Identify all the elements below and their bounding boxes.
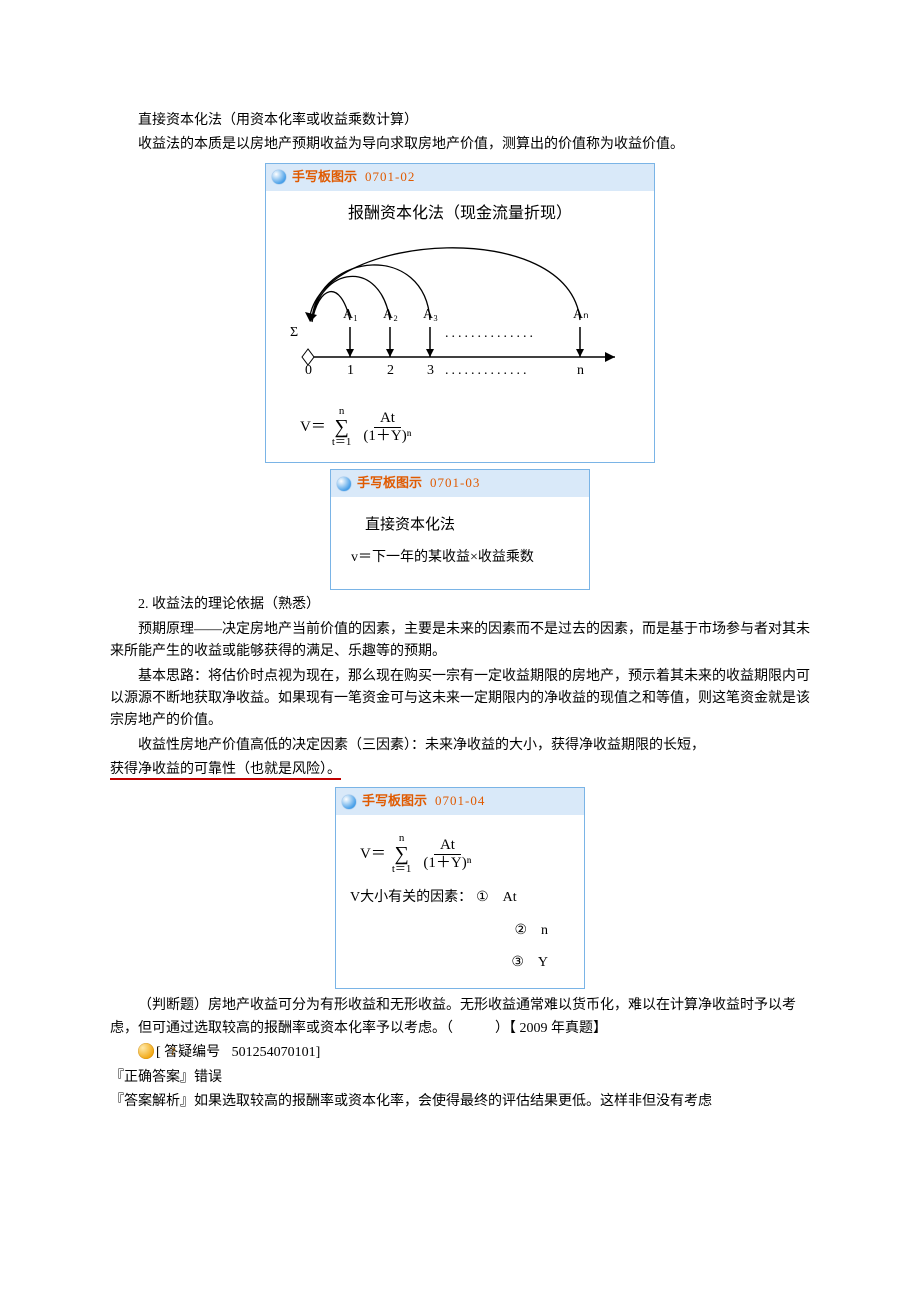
section-heading: 2. 收益法的理论依据（熟悉） xyxy=(110,594,810,616)
formula-v-sum: V＝ n ∑ t＝1 At (1＋Y)ⁿ xyxy=(360,833,570,875)
underlined-paragraph: 获得净收益的可靠性（也就是风险）。 xyxy=(110,759,810,781)
frac-top: At xyxy=(434,837,461,855)
illustration-heading: 报酬资本化法（现金流量折现） xyxy=(280,201,640,227)
svg-text:.............: ............. xyxy=(445,363,530,378)
factors-label: V大小有关的因素： xyxy=(350,887,472,909)
pencil-icon xyxy=(272,170,286,184)
illustration-0701-03: 手写板图示 0701-03 直接资本化法 v＝下一年的某收益×收益乘数 xyxy=(330,469,590,590)
question-reference: [ 答疑编号 501254070101] xyxy=(110,1042,810,1064)
svg-text:Aₙ: Aₙ xyxy=(573,307,589,322)
factor-3: ③ Y xyxy=(350,952,570,974)
paragraph: 直接资本化法（用资本化率或收益乘数计算） xyxy=(110,110,810,132)
frac-bottom: (1＋Y)ⁿ xyxy=(417,855,477,872)
sum-bottom: t＝1 xyxy=(392,864,412,875)
illustration-title-bar: 手写板图示 0701-02 xyxy=(266,164,654,191)
answer-label: 『正确答案』 xyxy=(110,1070,194,1085)
formula-left: V＝ xyxy=(360,842,386,866)
illustration-title-text: 手写板图示 xyxy=(292,167,357,188)
sum-symbol: ∑ xyxy=(394,844,408,864)
pencil-icon xyxy=(342,795,356,809)
formula-left: V＝ xyxy=(300,415,326,439)
paragraph: 收益法的本质是以房地产预期收益为导向求取房地产价值，测算出的价值称为收益价值。 xyxy=(110,134,810,156)
question-text: （判断题）房地产收益可分为有形收益和无形收益。无形收益通常难以货币化，难以在计算… xyxy=(110,995,810,1040)
sum-symbol: ∑ xyxy=(334,417,348,437)
illustration-title-bar: 手写板图示 0701-03 xyxy=(331,470,589,497)
illustration-title-text: 手写板图示 xyxy=(357,473,422,494)
underlined-text: 获得净收益的可靠性（也就是风险）。 xyxy=(110,762,341,780)
svg-text:n: n xyxy=(577,363,584,378)
qref-number: 501254070101] xyxy=(232,1045,321,1060)
sigma-label: Σ xyxy=(290,325,298,340)
svg-text:A₂: A₂ xyxy=(383,307,398,322)
pencil-icon xyxy=(337,477,351,491)
illustration-code: 0701-02 xyxy=(365,167,415,188)
answer-value: 错误 xyxy=(194,1070,222,1085)
illustration-0701-02: 手写板图示 0701-02 报酬资本化法（现金流量折现） xyxy=(265,163,655,463)
paragraph: 基本思路：将估价时点视为现在，那么现在购买一宗有一定收益期限的房地产，预示着其未… xyxy=(110,666,810,733)
paragraph: 预期原理——决定房地产当前价值的因素，主要是未来的因素而不是过去的因素，而是基于… xyxy=(110,619,810,664)
illustration-code: 0701-04 xyxy=(435,791,485,812)
svg-text:2: 2 xyxy=(387,363,394,378)
svg-text:..............: .............. xyxy=(445,326,536,341)
svg-text:0: 0 xyxy=(305,363,312,378)
sum-bottom: t＝1 xyxy=(332,437,352,448)
illustration-line: 直接资本化法 xyxy=(365,513,575,537)
explain-text: 如果选取较高的报酬率或资本化率，会使得最终的评估结果更低。这样非但没有考虑 xyxy=(194,1094,712,1109)
factor-2: ② n xyxy=(350,920,570,942)
svg-text:A₁: A₁ xyxy=(343,307,358,322)
illustration-code: 0701-03 xyxy=(430,473,480,494)
svg-text:3: 3 xyxy=(427,363,434,378)
illustration-0701-04: 手写板图示 0701-04 V＝ n ∑ t＝1 At (1＋Y)ⁿ xyxy=(335,787,585,989)
explain-label: 『答案解析』 xyxy=(110,1094,194,1109)
paragraph: 收益性房地产价值高低的决定因素（三因素）：未来净收益的大小，获得净收益期限的长短… xyxy=(110,735,810,757)
frac-top: At xyxy=(374,410,401,428)
illustration-formula: v＝下一年的某收益×收益乘数 xyxy=(351,547,575,569)
cashflow-diagram: Σ A₁ A₂ A₃ Aₙ .............. 0 1 2 3 ...… xyxy=(280,232,640,402)
question-icon xyxy=(138,1043,154,1059)
formula-v-sum: V＝ n ∑ t＝1 At (1＋Y)ⁿ xyxy=(300,406,640,448)
illustration-title-text: 手写板图示 xyxy=(362,791,427,812)
svg-text:1: 1 xyxy=(347,363,354,378)
frac-bottom: (1＋Y)ⁿ xyxy=(357,428,417,445)
correct-answer-line: 『正确答案』错误 xyxy=(110,1067,810,1089)
factor-1: ① At xyxy=(476,887,517,909)
illustration-title-bar: 手写板图示 0701-04 xyxy=(336,788,584,815)
svg-text:A₃: A₃ xyxy=(423,307,438,322)
answer-explain-line: 『答案解析』如果选取较高的报酬率或资本化率，会使得最终的评估结果更低。这样非但没… xyxy=(110,1091,810,1113)
